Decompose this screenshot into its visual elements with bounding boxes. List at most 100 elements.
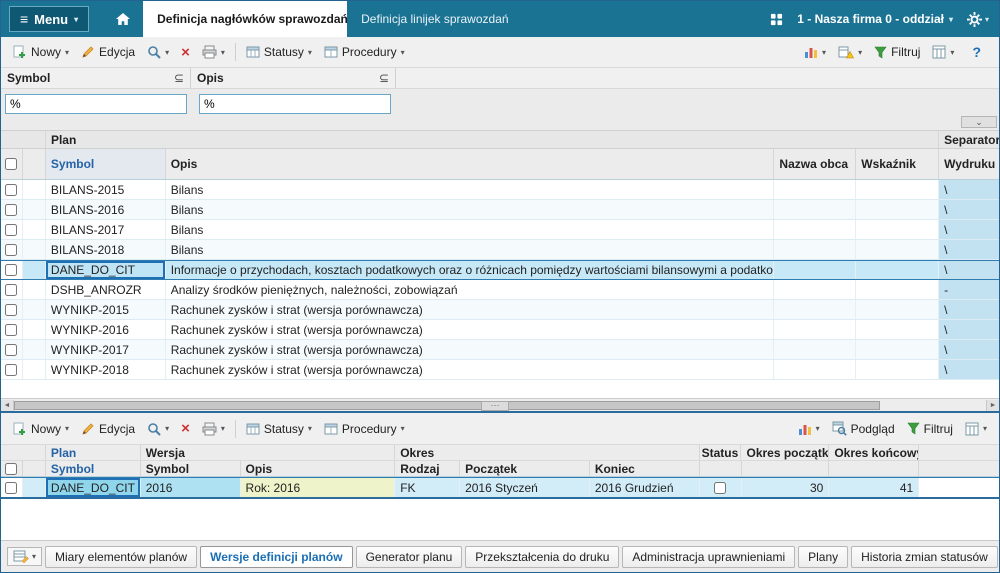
preview-button[interactable]: ▾ (141, 42, 175, 62)
new-button[interactable]: Nowy ▾ (7, 42, 75, 62)
nazwa-obca-cell[interactable] (774, 180, 857, 199)
opis-cell[interactable]: Rachunek zysków i strat (wersja porównaw… (166, 360, 775, 379)
table-row[interactable]: BILANS-2015 Bilans \ (1, 180, 999, 200)
nazwa-obca-cell[interactable] (774, 220, 857, 239)
group-header-status[interactable]: Status (700, 445, 742, 460)
procedures-button[interactable]: Procedury ▾ (318, 42, 411, 62)
statuses-button[interactable]: Statusy ▾ (240, 419, 318, 439)
table-options-button[interactable]: ▾ (959, 419, 993, 439)
row-checkbox[interactable] (5, 283, 18, 296)
column-header-plan-symbol[interactable]: Symbol (46, 461, 141, 476)
group-header-plan[interactable]: Plan (46, 131, 940, 148)
row-checkbox[interactable] (5, 264, 18, 276)
separator-cell[interactable]: \ (939, 360, 999, 379)
splitter-grip[interactable]: ··· (481, 401, 509, 411)
table-row[interactable]: WYNIKP-2016 Rachunek zysków i strat (wer… (1, 320, 999, 340)
column-header-opis[interactable]: Opis (166, 149, 775, 179)
scrollbar-thumb[interactable] (14, 401, 880, 410)
nazwa-obca-cell[interactable] (774, 340, 857, 359)
wskaznik-cell[interactable] (856, 300, 940, 319)
opis-cell[interactable]: Rachunek zysków i strat (wersja porównaw… (166, 340, 775, 359)
nazwa-obca-cell[interactable] (774, 300, 857, 319)
wskaznik-cell[interactable] (856, 320, 940, 339)
menu-button[interactable]: ≡ Menu ▾ (9, 6, 90, 32)
symbol-cell[interactable]: DSHB_ANROZR (46, 280, 166, 299)
table-row[interactable]: WYNIKP-2017 Rachunek zysków i strat (wer… (1, 340, 999, 360)
symbol-filter-input[interactable] (5, 94, 187, 114)
wskaznik-cell[interactable] (856, 240, 940, 259)
symbol-cell[interactable]: WYNIKP-2018 (46, 360, 166, 379)
group-header-okres-poczatkowy[interactable]: Okres początkowy (741, 445, 830, 460)
separator-cell[interactable]: \ (939, 300, 999, 319)
nazwa-obca-cell[interactable] (774, 360, 857, 379)
grid-edit-button[interactable]: ▾ (7, 547, 43, 566)
opis-cell[interactable]: Rok: 2016 (240, 478, 396, 497)
company-selector[interactable]: 1 - Nasza firma 0 - oddział ▾ (797, 12, 953, 26)
nazwa-obca-cell[interactable] (774, 320, 857, 339)
row-checkbox[interactable] (5, 363, 18, 376)
group-header-separator[interactable]: Separator (939, 131, 999, 148)
preview-window-button[interactable]: Podgląd (826, 418, 901, 439)
statuses-button[interactable]: Statusy ▾ (240, 42, 318, 62)
settings-button[interactable]: ▾ (966, 11, 989, 27)
symbol-cell[interactable]: BILANS-2017 (46, 220, 166, 239)
table-row[interactable]: BILANS-2016 Bilans \ (1, 200, 999, 220)
tab-przeksztalcenia-do-druku[interactable]: Przekształcenia do druku (465, 545, 620, 568)
symbol-cell-focused[interactable]: DANE_DO_CIT (45, 261, 166, 279)
table-row[interactable]: DSHB_ANROZR Analizy środków pieniężnych,… (1, 280, 999, 300)
wskaznik-cell[interactable] (856, 360, 940, 379)
tab-administracja-uprawnieniami[interactable]: Administracja uprawnieniami (622, 545, 796, 568)
filter-column-symbol[interactable]: Symbol ⊆ (1, 68, 191, 88)
row-checkbox[interactable] (5, 481, 18, 494)
print-button[interactable]: ▾ (196, 419, 231, 439)
wskaznik-cell[interactable] (856, 180, 940, 199)
table-options-button[interactable]: ▾ (926, 42, 960, 62)
scroll-right-arrow[interactable]: ► (986, 400, 999, 411)
select-all-checkbox[interactable] (5, 158, 18, 170)
wskaznik-cell[interactable] (856, 200, 940, 219)
new-button[interactable]: Nowy ▾ (7, 419, 75, 439)
table-row[interactable]: WYNIKP-2015 Rachunek zysków i strat (wer… (1, 300, 999, 320)
koniec-cell[interactable]: 2016 Grudzień (589, 478, 700, 497)
opis-cell[interactable]: Rachunek zysków i strat (wersja porównaw… (166, 320, 775, 339)
apps-grid-button[interactable] (770, 13, 783, 26)
wskaznik-cell[interactable] (856, 261, 940, 279)
row-checkbox[interactable] (5, 243, 18, 256)
opis-cell[interactable]: Analizy środków pieniężnych, należności,… (166, 280, 775, 299)
tab-wersje-definicji-planow[interactable]: Wersje definicji planów (200, 545, 353, 568)
tab-definicja-linijek-sprawozdan[interactable]: Definicja linijek sprawozdań (347, 1, 522, 37)
opis-cell[interactable]: Informacje o przychodach, kosztach podat… (166, 261, 775, 279)
poczatek-cell[interactable]: 2016 Styczeń (460, 478, 590, 497)
subset-operator-icon[interactable]: ⊆ (174, 71, 184, 85)
okres-poczatkowy-cell[interactable]: 30 (741, 478, 830, 497)
delete-button[interactable]: × (175, 43, 196, 62)
help-button[interactable]: ? (960, 41, 993, 63)
table-row[interactable]: BILANS-2017 Bilans \ (1, 220, 999, 240)
column-header-symbol[interactable]: Symbol (45, 149, 166, 179)
symbol-cell[interactable]: WYNIKP-2017 (46, 340, 166, 359)
edit-button[interactable]: Edycja (75, 419, 141, 439)
nazwa-obca-cell[interactable] (774, 280, 857, 299)
home-button[interactable] (103, 1, 143, 37)
scroll-left-arrow[interactable]: ◄ (1, 400, 14, 411)
nazwa-obca-cell[interactable] (774, 240, 857, 259)
separator-cell[interactable]: \ (939, 180, 999, 199)
separator-cell[interactable]: \ (939, 220, 999, 239)
filter-collapse-button[interactable]: ⌄ (961, 116, 997, 128)
column-header-poczatek[interactable]: Początek (460, 461, 590, 476)
subset-operator-icon[interactable]: ⊆ (379, 71, 389, 85)
edit-button[interactable]: Edycja (75, 42, 141, 62)
row-checkbox[interactable] (5, 323, 18, 336)
filter-button[interactable]: Filtruj (868, 42, 926, 62)
column-header-koniec[interactable]: Koniec (590, 461, 700, 476)
row-checkbox[interactable] (5, 343, 18, 356)
tab-definicja-naglowkow-sprawozdan[interactable]: Definicja nagłówków sprawozdań (143, 1, 348, 37)
row-checkbox[interactable] (5, 223, 18, 236)
filter-button[interactable]: Filtruj (901, 419, 959, 439)
print-button[interactable]: ▾ (196, 42, 231, 62)
column-header-wydruku[interactable]: Wydruku (939, 149, 999, 179)
wskaznik-cell[interactable] (856, 220, 940, 239)
row-checkbox[interactable] (5, 303, 18, 316)
tab-miary-elementow-planow[interactable]: Miary elementów planów (45, 545, 198, 568)
opis-cell[interactable]: Bilans (166, 240, 775, 259)
